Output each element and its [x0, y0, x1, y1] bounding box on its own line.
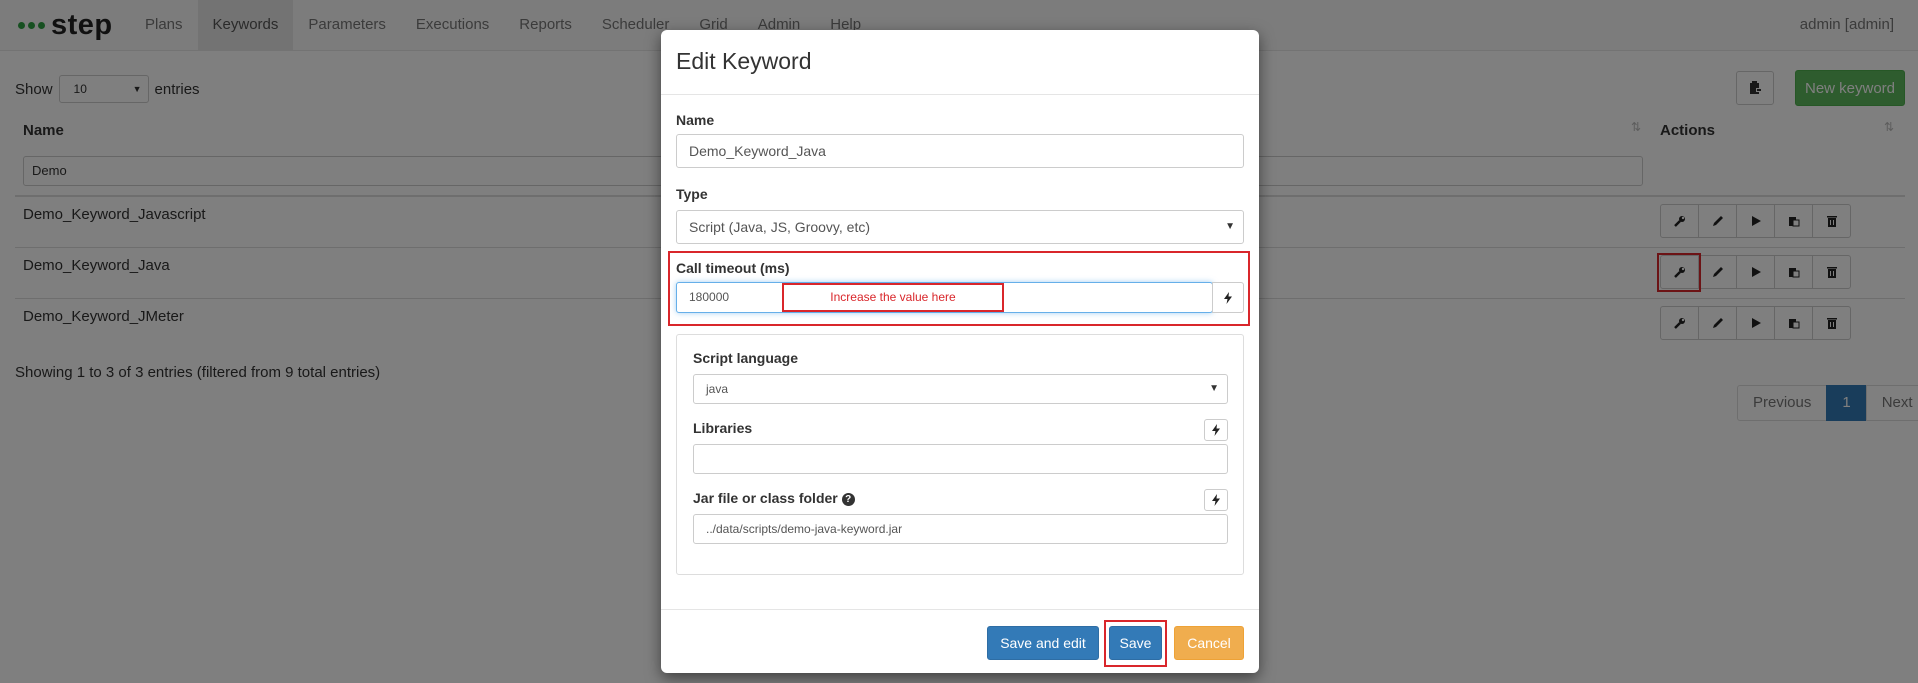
cancel-button[interactable]: Cancel — [1174, 626, 1244, 660]
jar-dynamic-button[interactable] — [1204, 489, 1228, 511]
modal-footer-divider — [661, 609, 1259, 610]
modal-title: Edit Keyword — [676, 48, 812, 74]
type-select[interactable]: Script (Java, JS, Groovy, etc) ▼ — [676, 210, 1244, 244]
libraries-input[interactable] — [693, 444, 1228, 474]
call-timeout-label: Call timeout (ms) — [676, 260, 790, 276]
modal-header-divider — [661, 94, 1259, 95]
name-input[interactable]: Demo_Keyword_Java — [676, 134, 1244, 168]
bolt-icon — [1212, 424, 1220, 436]
bolt-icon — [1212, 494, 1220, 506]
dynamic-toggle-button[interactable] — [1212, 282, 1244, 313]
save-and-edit-button[interactable]: Save and edit — [987, 626, 1099, 660]
libraries-dynamic-button[interactable] — [1204, 419, 1228, 441]
jar-file-input[interactable]: ../data/scripts/demo-java-keyword.jar — [693, 514, 1228, 544]
annotation-note: Increase the value here — [782, 283, 1004, 312]
type-label: Type — [676, 186, 708, 202]
name-label: Name — [676, 112, 715, 128]
question-icon[interactable]: ? — [841, 493, 855, 506]
edit-keyword-modal: Edit Keyword Name Demo_Keyword_Java Type… — [661, 30, 1259, 673]
script-language-select[interactable]: java ▼ — [693, 374, 1228, 404]
jar-file-label: Jar file or class folder? — [693, 490, 855, 506]
libraries-label: Libraries — [693, 420, 753, 436]
caret-down-icon: ▼ — [1209, 383, 1219, 394]
script-language-label: Script language — [693, 350, 799, 366]
caret-down-icon: ▼ — [1225, 221, 1235, 232]
bolt-icon — [1224, 291, 1232, 304]
save-button[interactable]: Save — [1109, 626, 1162, 660]
